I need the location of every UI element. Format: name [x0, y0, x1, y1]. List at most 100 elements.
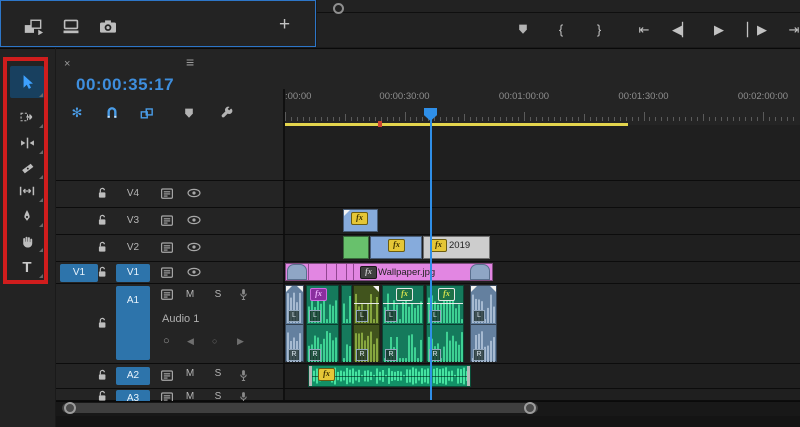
add-marker-button[interactable] [511, 21, 535, 41]
audio-clip[interactable]: fx [308, 365, 471, 387]
fx-badge[interactable]: fx [318, 368, 335, 381]
work-area-bar[interactable] [285, 123, 628, 126]
solo-button[interactable]: S [211, 289, 225, 300]
panel-menu-icon[interactable]: ≡ [186, 54, 194, 70]
linked-selection-icon[interactable] [138, 105, 156, 121]
nest-toggle-icon[interactable]: ✻ [68, 105, 86, 121]
clip-transition[interactable] [287, 264, 307, 280]
fx-badge[interactable]: fx [430, 239, 447, 252]
mute-button[interactable]: M [183, 391, 197, 401]
track-target-a3[interactable]: A3 [116, 390, 150, 401]
ruler-tick [559, 117, 561, 121]
overwrite-icon[interactable] [61, 18, 85, 36]
fx-badge[interactable]: fx [310, 288, 327, 301]
horizontal-scrollbar-thumb[interactable] [62, 403, 538, 413]
solo-button[interactable]: S [211, 368, 225, 379]
sequence-marker[interactable] [378, 121, 382, 127]
track-output-eye-icon[interactable] [186, 187, 202, 201]
audio-clip[interactable]: LR [353, 285, 380, 362]
type-tool-button[interactable]: T [10, 255, 44, 279]
playhead-timecode[interactable]: 00:00:35:17 [76, 75, 174, 95]
sync-lock-icon[interactable] [160, 187, 176, 201]
sync-lock-icon[interactable] [160, 241, 176, 255]
step-forward-button[interactable]: ▏▶ [745, 21, 769, 39]
lock-icon[interactable] [96, 214, 110, 228]
lock-icon[interactable] [96, 241, 110, 255]
mute-button[interactable]: M [183, 368, 197, 379]
fx-badge[interactable]: fx [396, 288, 413, 301]
track-output-eye-icon[interactable] [186, 241, 202, 255]
snap-magnet-icon[interactable] [103, 105, 121, 121]
track-target-v4[interactable]: V4 [116, 185, 150, 203]
audio-clip[interactable] [341, 285, 352, 362]
next-keyframe-icon[interactable]: ▶ [237, 336, 244, 347]
prev-keyframe-icon[interactable]: ◀ [187, 336, 194, 347]
add-keyframe-icon[interactable]: ○ [212, 336, 217, 346]
audio-clip[interactable]: L Rfx [306, 285, 339, 362]
track-select-forward-tool-button[interactable] [10, 105, 44, 129]
video-clip[interactable]: fx [370, 236, 422, 259]
export-frame-icon[interactable] [98, 18, 122, 36]
track-output-eye-icon[interactable] [186, 214, 202, 228]
step-back-button[interactable]: ◀▏ [670, 21, 694, 39]
sync-lock-icon[interactable] [160, 214, 176, 228]
mark-out-button[interactable]: } [587, 21, 611, 39]
voiceover-mic-icon[interactable] [238, 391, 254, 401]
timeline-settings-wrench-icon[interactable] [218, 105, 236, 121]
fx-badge[interactable]: fx [351, 212, 368, 225]
razor-tool-button[interactable] [10, 156, 44, 180]
go-to-out-button[interactable]: ⇥ [782, 21, 800, 39]
audio-clip[interactable]: LR [470, 285, 497, 362]
lock-icon[interactable] [96, 369, 110, 383]
audio-clip[interactable]: LR [285, 285, 304, 362]
button-editor-add-icon[interactable]: + [279, 14, 290, 36]
pen-tool-button[interactable] [10, 204, 44, 228]
panel-close-icon[interactable]: × [64, 58, 70, 70]
track-target-v2[interactable]: V2 [116, 239, 150, 257]
selection-tool-button[interactable] [10, 66, 44, 98]
audio-clip[interactable]: L Rfx [382, 285, 424, 362]
source-patch-v1[interactable]: V1 [60, 263, 98, 282]
play-button[interactable]: ▶ [707, 21, 731, 39]
scrollbar-zoom-handle-right[interactable] [524, 402, 536, 414]
track-output-eye-icon[interactable] [186, 266, 202, 280]
track-target-a2[interactable]: A2 [116, 367, 150, 385]
voiceover-mic-icon[interactable] [238, 288, 254, 302]
ripple-edit-tool-button[interactable] [10, 131, 44, 155]
sync-lock-icon[interactable] [160, 369, 176, 383]
fx-badge[interactable]: fx [360, 266, 377, 279]
insert-icon[interactable] [23, 18, 47, 36]
lock-icon[interactable] [96, 317, 110, 331]
add-marker-icon[interactable] [180, 105, 198, 121]
video-clip[interactable]: fx [343, 209, 378, 232]
razor-icon [20, 161, 35, 175]
track-target-a1[interactable]: A1 [116, 286, 150, 360]
scrollbar-zoom-handle-left[interactable] [64, 402, 76, 414]
ruler-tick [727, 117, 729, 121]
mute-button[interactable]: M [183, 289, 197, 300]
fx-badge[interactable]: fx [438, 288, 455, 301]
video-clip[interactable]: fx 2019 [423, 236, 490, 259]
solo-button[interactable]: S [211, 391, 225, 401]
keyframe-toggle-icon[interactable]: ○ [163, 335, 170, 347]
sync-lock-icon[interactable] [160, 391, 176, 401]
lock-icon[interactable] [96, 390, 110, 401]
track-target-v1[interactable]: V1 [116, 263, 150, 282]
voiceover-mic-icon[interactable] [238, 369, 254, 383]
slip-tool-button[interactable] [10, 179, 44, 203]
mark-in-button[interactable]: { [549, 21, 573, 39]
track-name-label[interactable]: Audio 1 [162, 313, 199, 325]
track-target-v3[interactable]: V3 [116, 212, 150, 230]
video-clip[interactable]: fx Wallpaper.jpg [285, 263, 493, 281]
settings-ring-icon[interactable] [333, 3, 344, 14]
ruler-tick [302, 117, 304, 121]
fx-badge[interactable]: fx [388, 239, 405, 252]
lock-icon[interactable] [96, 266, 110, 280]
clip-transition[interactable] [470, 264, 490, 280]
hand-tool-button[interactable] [10, 229, 44, 253]
lock-icon[interactable] [96, 187, 110, 201]
go-to-in-button[interactable]: ⇤ [632, 21, 656, 39]
sync-lock-icon[interactable] [160, 266, 176, 280]
video-clip[interactable] [343, 236, 369, 259]
sync-lock-icon[interactable] [160, 288, 176, 302]
